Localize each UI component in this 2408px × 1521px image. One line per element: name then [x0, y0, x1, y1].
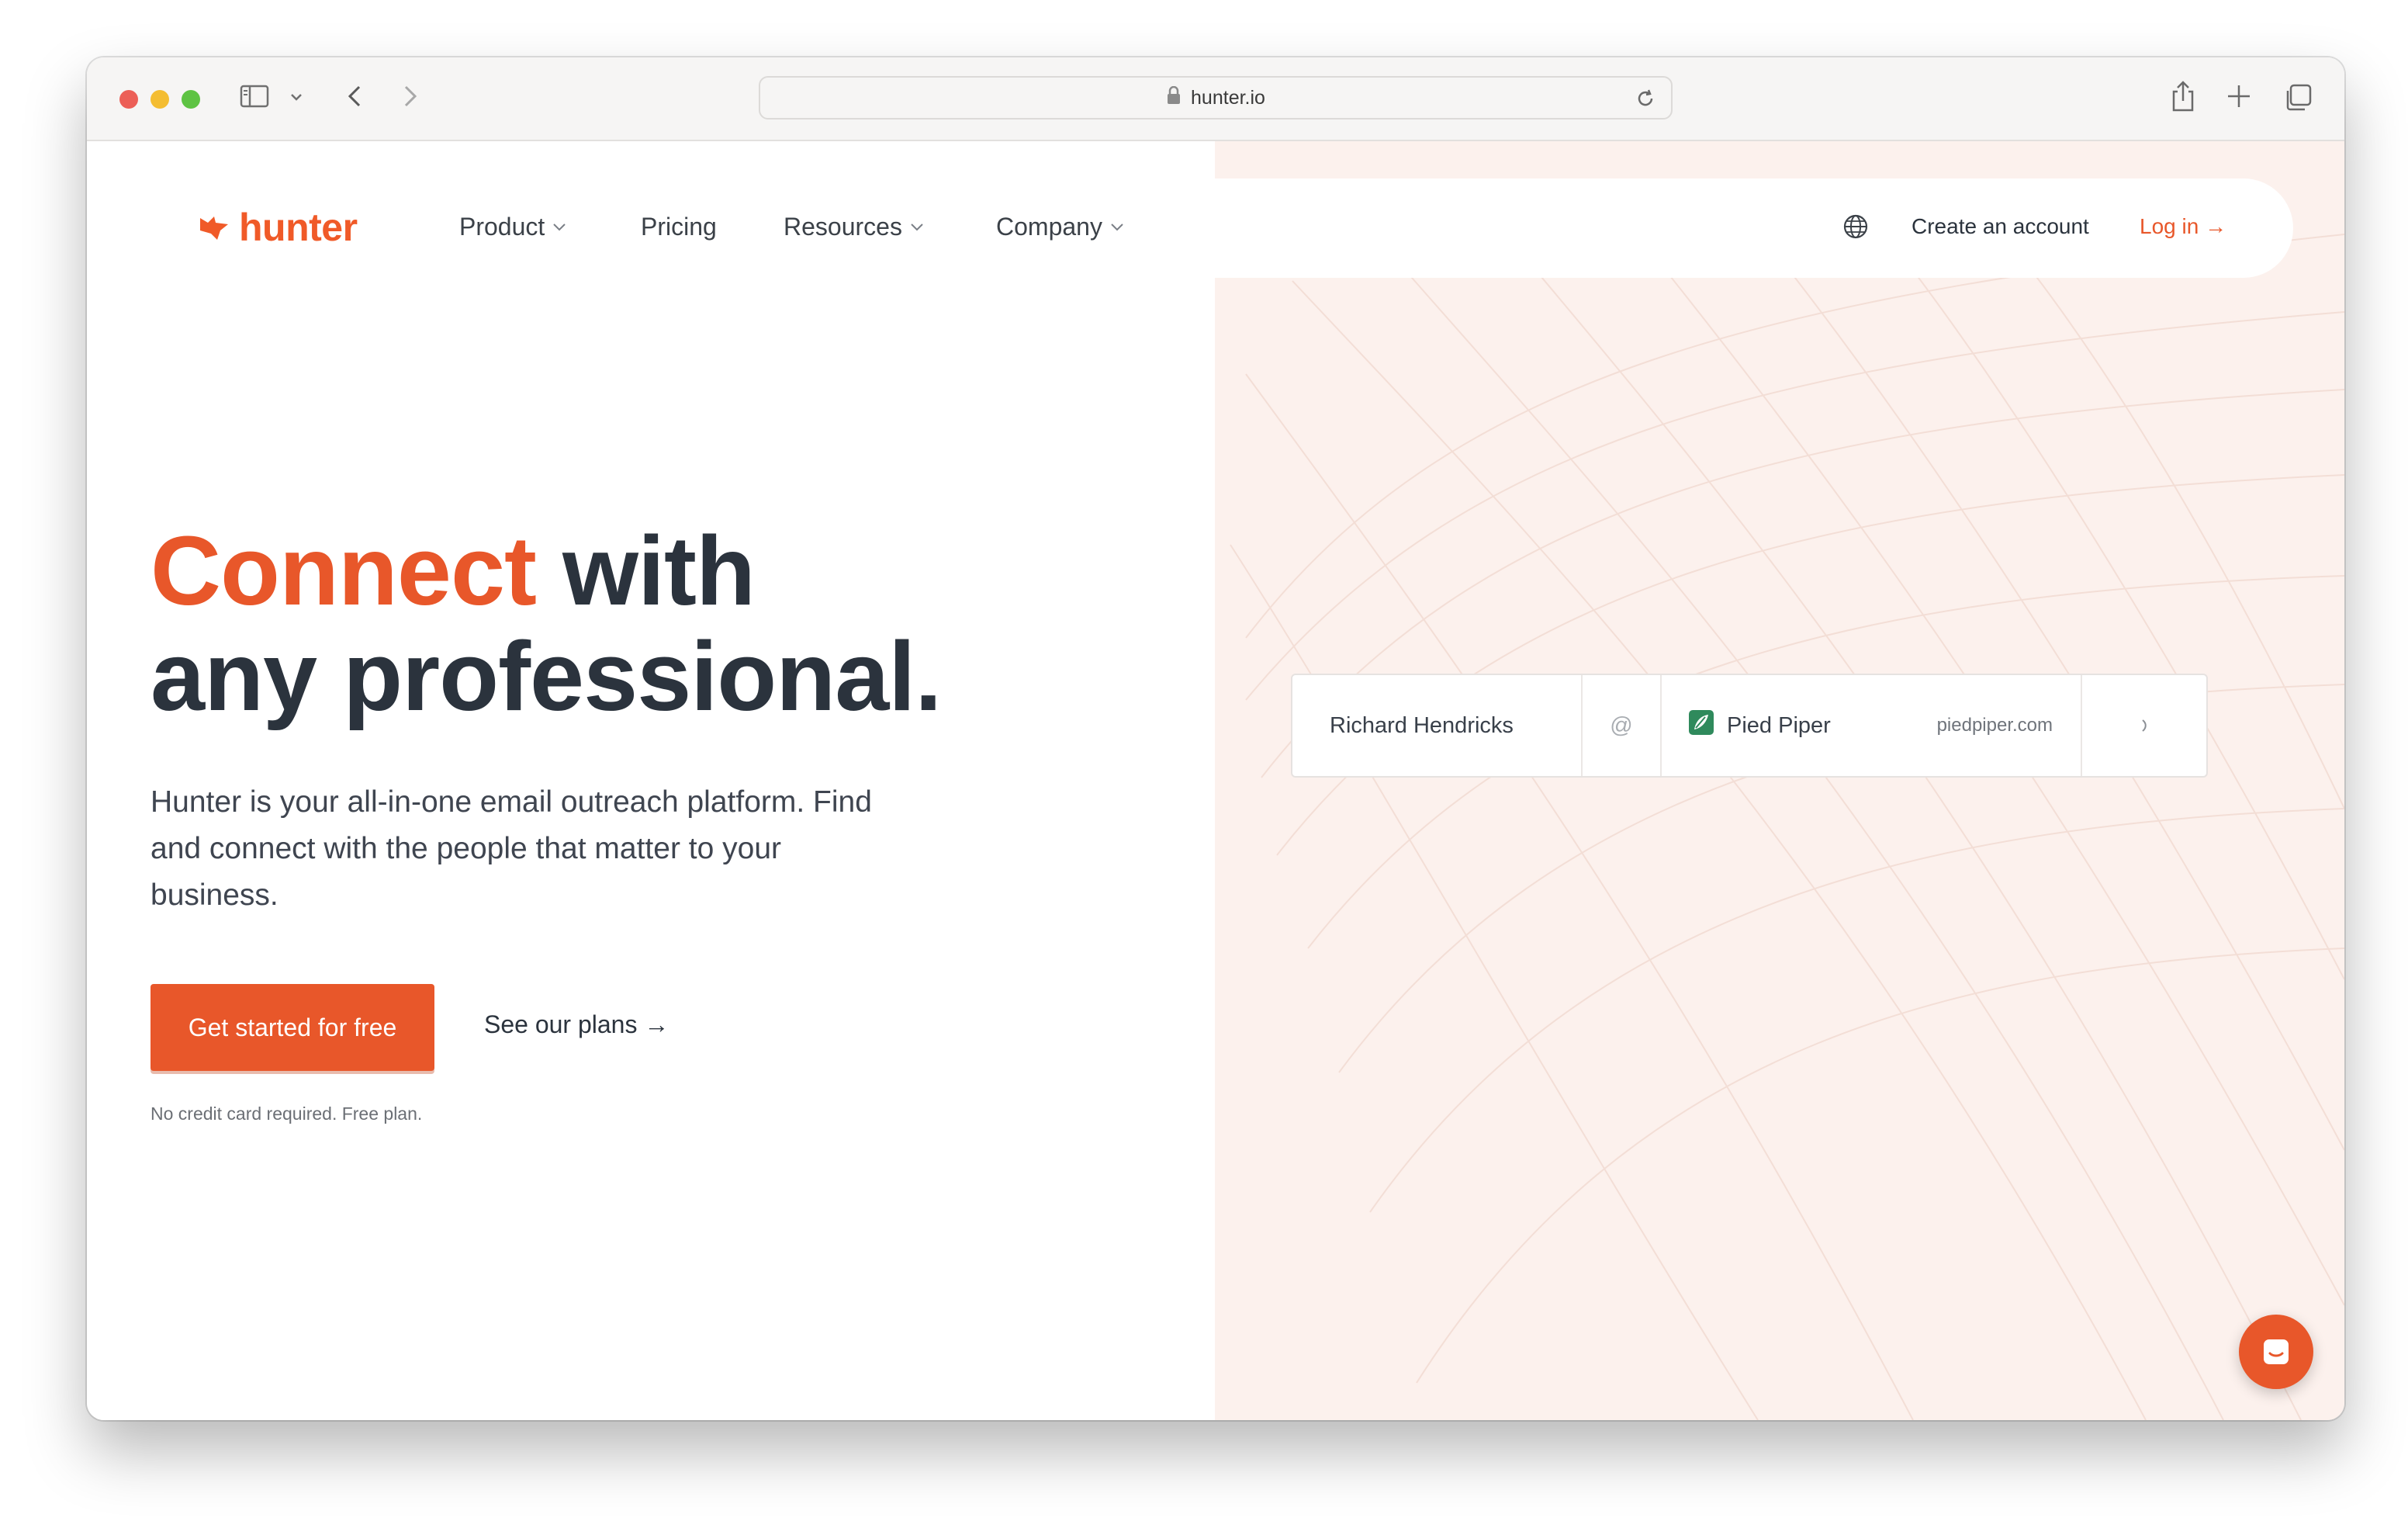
reload-icon[interactable] — [1634, 87, 1657, 116]
logo-text: hunter — [239, 206, 358, 249]
browser-toolbar: hunter.io — [87, 57, 2344, 141]
back-arrow-icon[interactable] — [340, 81, 371, 116]
create-account-link[interactable]: Create an account — [1912, 214, 2089, 239]
email-finder-widget: Richard Hendricks @ Pied Piper piedpiper… — [1291, 674, 2208, 778]
company-name-value: Pied Piper — [1727, 712, 1831, 738]
chevron-down-icon — [553, 223, 566, 230]
no-credit-card-note: No credit card required. Free plan. — [150, 1104, 423, 1124]
chevron-down-icon — [911, 223, 923, 230]
nav-item-company[interactable]: Company — [996, 213, 1126, 241]
lock-icon — [1166, 85, 1182, 110]
nav-item-label: Pricing — [641, 213, 717, 241]
hero-title-accent: Connect — [150, 516, 537, 625]
nav-item-label: Company — [996, 213, 1102, 241]
tab-overview-icon[interactable] — [2282, 82, 2313, 117]
hero-title-part: with — [536, 516, 756, 625]
minimize-window-button[interactable] — [150, 90, 169, 109]
loading-spinner-icon[interactable] — [2082, 675, 2206, 776]
fox-logo-icon — [200, 217, 228, 240]
full-name-field[interactable]: Richard Hendricks — [1292, 675, 1583, 776]
url-text: hunter.io — [1191, 86, 1265, 109]
pied-piper-logo-icon — [1688, 709, 1714, 742]
company-field[interactable]: Pied Piper piedpiper.com — [1662, 675, 2082, 776]
at-symbol: @ — [1583, 675, 1662, 776]
chevron-down-icon — [1111, 223, 1123, 230]
nav-item-product[interactable]: Product — [459, 213, 568, 241]
chat-icon — [2264, 1339, 2289, 1364]
nav-item-label: Product — [459, 213, 545, 241]
hero-title: Connect with any professional. — [150, 516, 942, 731]
browser-window: hunter.io hunter Product Pricing Resourc… — [87, 57, 2344, 1420]
new-tab-icon[interactable] — [2225, 82, 2253, 114]
hero-illustration-panel — [1215, 141, 2344, 1420]
hero-description: Hunter is your all-in-one email outreach… — [150, 785, 872, 912]
zoom-window-button[interactable] — [182, 90, 200, 109]
sidebar-toggle-icon[interactable] — [239, 81, 270, 116]
close-window-button[interactable] — [119, 90, 138, 109]
see-plans-link[interactable]: See our plans → — [484, 1010, 669, 1039]
full-name-value: Richard Hendricks — [1330, 712, 1514, 738]
nav-item-resources[interactable]: Resources — [784, 213, 925, 241]
nav-item-pricing[interactable]: Pricing — [641, 213, 717, 241]
login-link[interactable]: Log in → — [2140, 214, 2226, 239]
get-started-button[interactable]: Get started for free — [150, 984, 434, 1071]
hero-title-line2: any professional. — [150, 622, 942, 731]
share-icon[interactable] — [2168, 79, 2199, 117]
company-domain-value: piedpiper.com — [1936, 715, 2053, 736]
address-bar[interactable]: hunter.io — [759, 76, 1673, 120]
nav-item-label: Resources — [784, 213, 902, 241]
chevron-down-icon[interactable] — [289, 92, 304, 106]
forward-arrow-icon[interactable] — [394, 81, 425, 116]
hunter-logo[interactable]: hunter — [197, 205, 358, 250]
background-pattern — [1230, 234, 2344, 1420]
page-content: hunter Product Pricing Resources Company… — [87, 141, 2344, 1420]
chat-support-button[interactable] — [2239, 1315, 2313, 1389]
language-globe-icon[interactable] — [1840, 211, 1871, 248]
